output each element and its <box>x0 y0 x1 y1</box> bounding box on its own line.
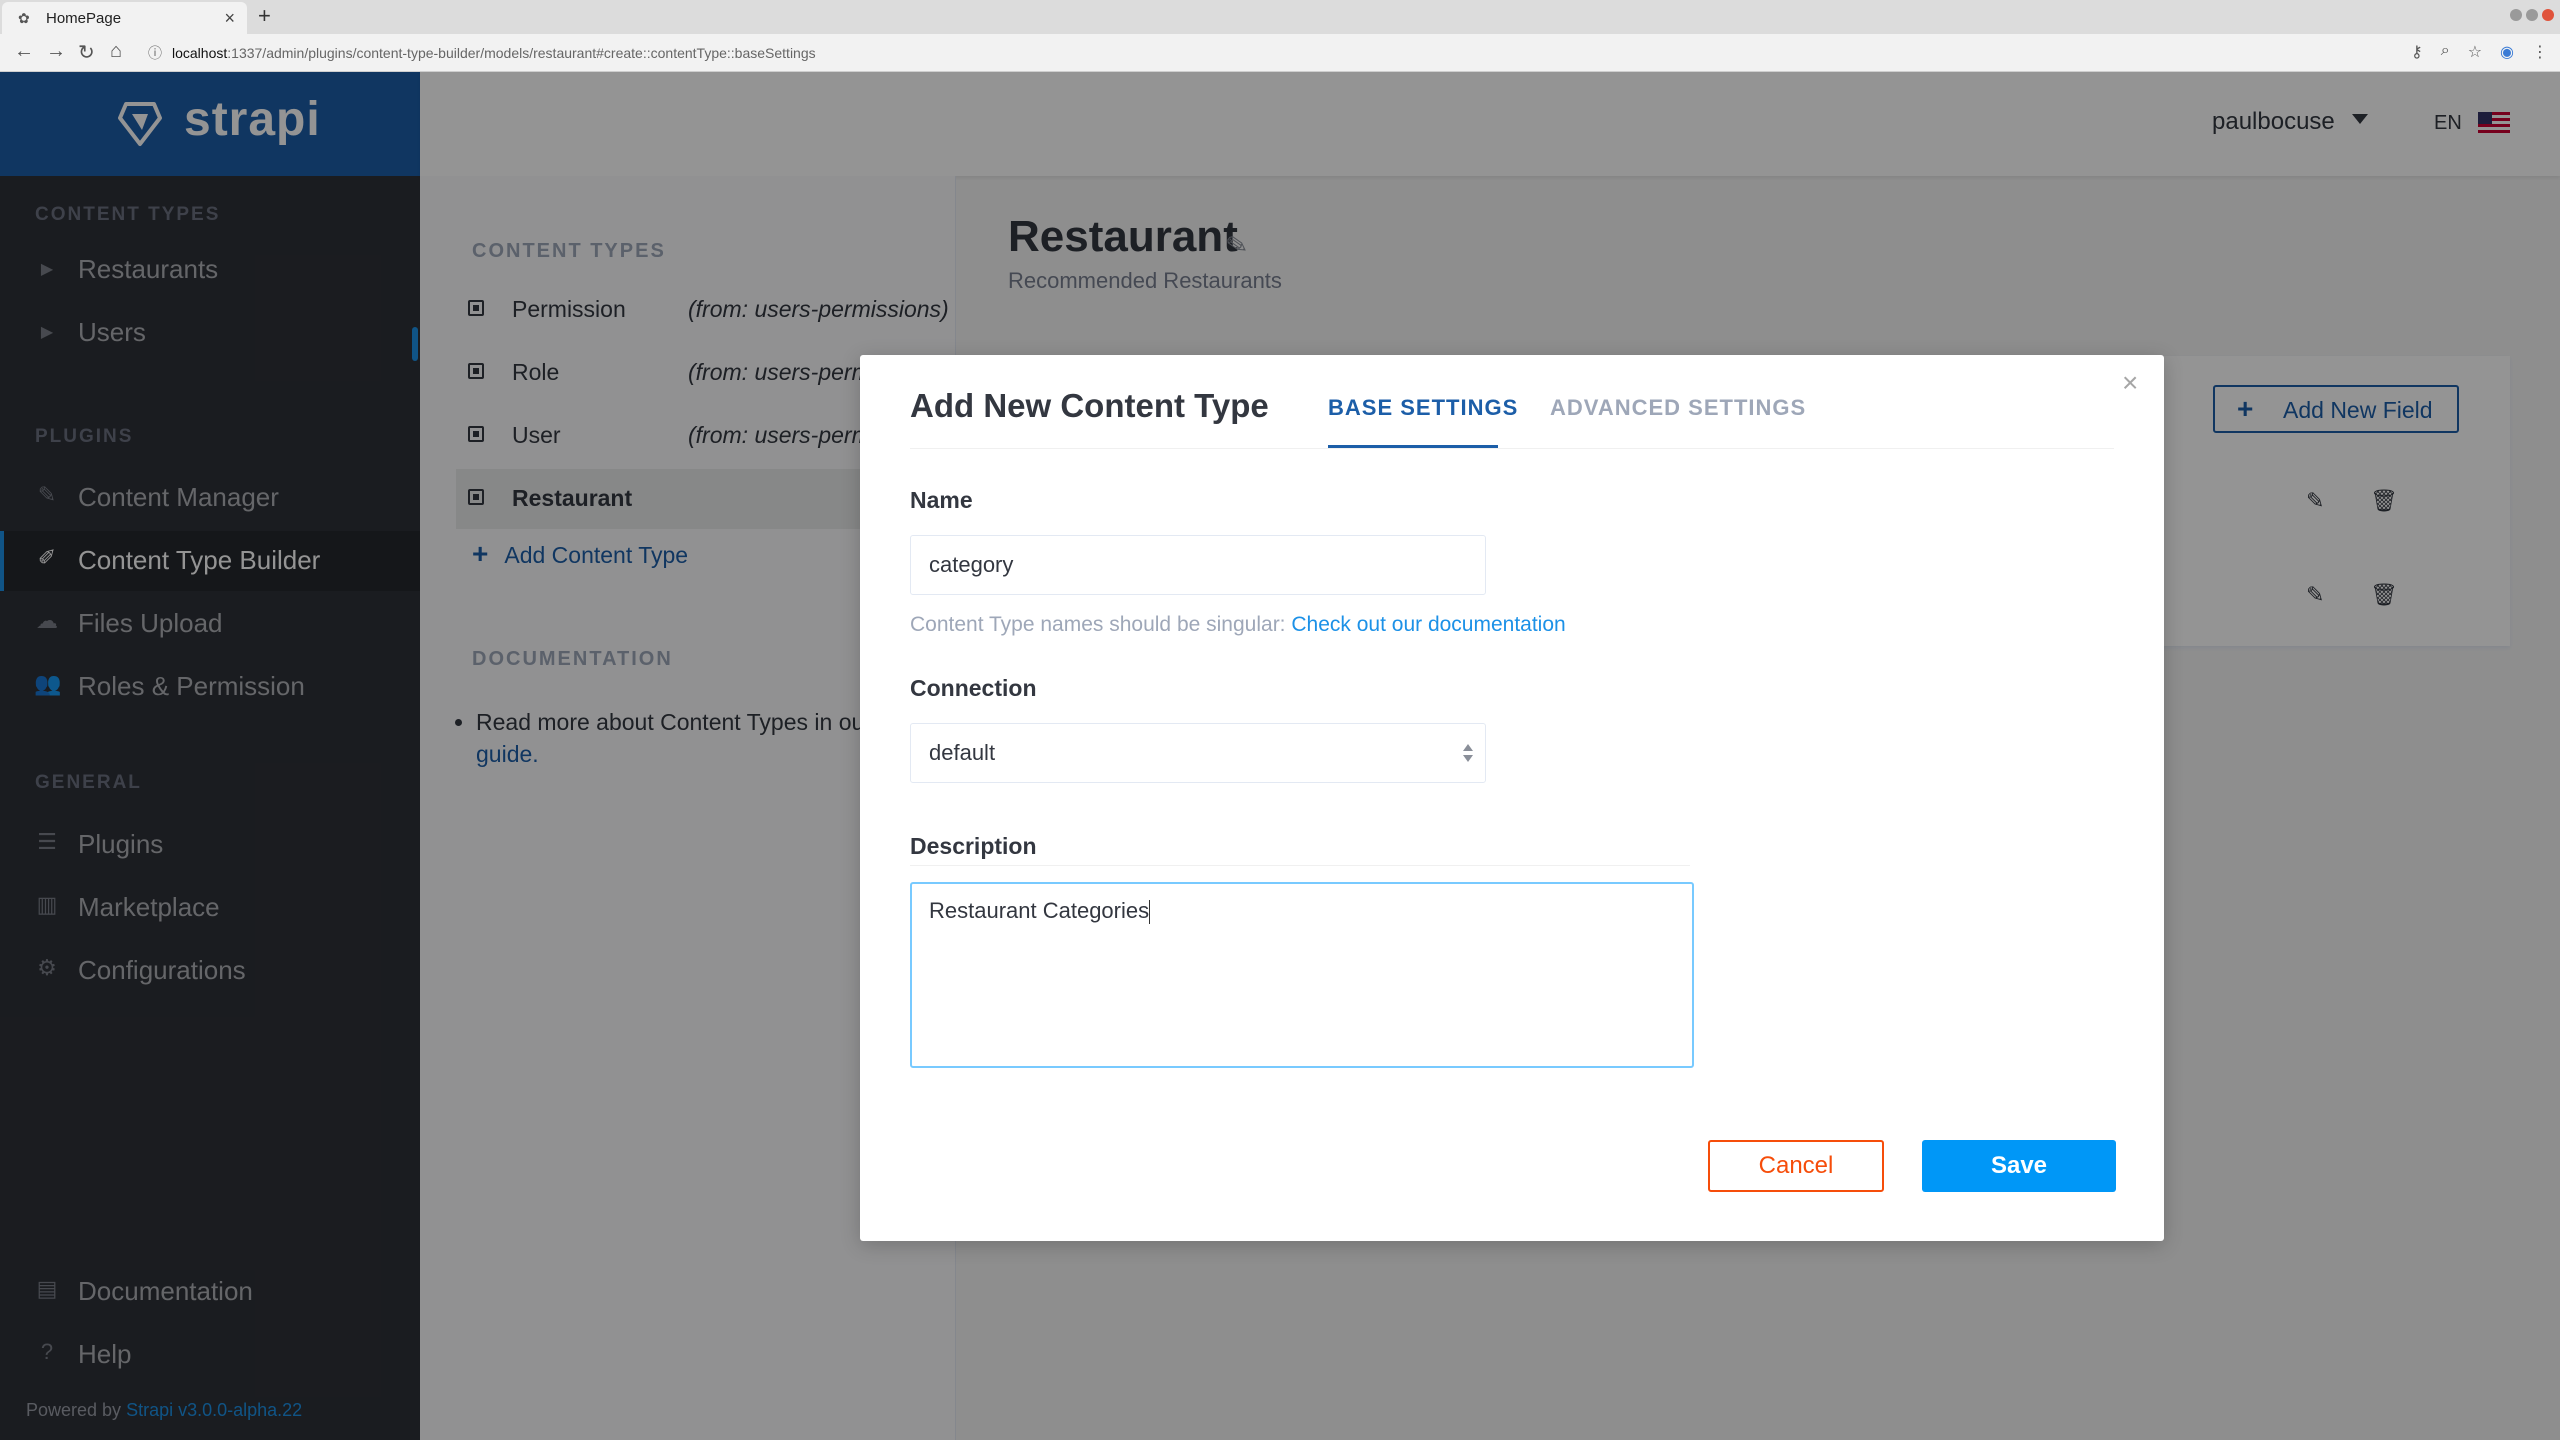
description-value: Restaurant Categories <box>929 898 1150 923</box>
description-label: Description <box>910 833 1037 859</box>
close-tab-icon[interactable]: × <box>224 8 235 29</box>
back-icon[interactable]: ← <box>14 40 34 63</box>
browser-tab-bar: ✿ HomePage × + <box>0 0 2560 34</box>
connection-label: Connection <box>910 675 1037 701</box>
url-field[interactable]: ⓘ localhost:1337/admin/plugins/content-ty… <box>148 40 2348 66</box>
new-tab-icon[interactable]: + <box>258 3 271 29</box>
description-textarea[interactable]: Restaurant Categories <box>910 882 1694 1068</box>
strapi-favicon-icon: ✿ <box>18 10 30 26</box>
description-divider <box>910 865 1690 866</box>
browser-tab[interactable]: ✿ HomePage × <box>2 2 247 34</box>
active-tab-indicator <box>1328 445 1498 448</box>
name-input[interactable]: category <box>910 535 1486 595</box>
documentation-link[interactable]: Check out our documentation <box>1291 613 1565 636</box>
key-icon[interactable]: ⚷ <box>2411 42 2423 62</box>
tab-base-settings[interactable]: BASE SETTINGS <box>1328 395 1518 421</box>
text-cursor <box>1149 900 1151 925</box>
close-icon[interactable]: × <box>2122 367 2138 399</box>
browser-toolbar-icons: ⚷ ⌕ ☆ ◉ ⋮ <box>2411 42 2548 62</box>
info-icon[interactable]: ⓘ <box>148 45 162 61</box>
connection-value: default <box>929 740 996 765</box>
url-path: :1337/admin/plugins/content-type-builder… <box>227 45 816 61</box>
address-bar: ← → ↻ ⌂ ⓘ localhost:1337/admin/plugins/co… <box>0 34 2560 72</box>
select-arrows-icon <box>1463 744 1473 764</box>
zoom-icon[interactable]: ⌕ <box>2441 42 2450 62</box>
tab-advanced-settings[interactable]: ADVANCED SETTINGS <box>1550 395 1806 421</box>
save-button[interactable]: Save <box>1922 1140 2116 1192</box>
url-host: localhost <box>172 45 228 61</box>
minimize-window-icon[interactable] <box>2510 9 2522 21</box>
name-label: Name <box>910 487 973 513</box>
bookmark-star-icon[interactable]: ☆ <box>2468 42 2482 62</box>
window-controls <box>2510 9 2554 21</box>
home-icon[interactable]: ⌂ <box>110 40 122 63</box>
name-hint-text: Content Type names should be singular: <box>910 613 1286 636</box>
cancel-button[interactable]: Cancel <box>1708 1140 1884 1192</box>
reload-icon[interactable]: ↻ <box>78 40 95 65</box>
add-content-type-modal: × Add New Content Type BASE SETTINGS ADV… <box>860 355 2164 1241</box>
connection-select[interactable]: default <box>910 723 1486 783</box>
forward-icon[interactable]: → <box>46 40 66 63</box>
name-hint: Content Type names should be singular: C… <box>910 613 1566 637</box>
modal-title: Add New Content Type <box>910 387 1269 424</box>
close-window-icon[interactable] <box>2542 9 2554 21</box>
browser-menu-icon[interactable]: ⋮ <box>2532 42 2548 62</box>
browser-tab-title: HomePage <box>46 10 122 27</box>
maximize-window-icon[interactable] <box>2526 9 2538 21</box>
tab-divider <box>910 448 2114 449</box>
extension-icon[interactable]: ◉ <box>2500 42 2514 62</box>
